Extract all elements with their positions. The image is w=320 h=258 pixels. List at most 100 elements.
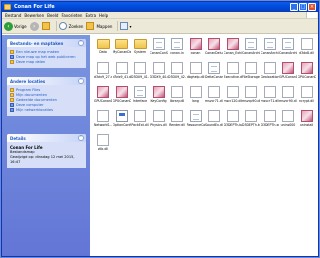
file-item[interactable]: D3DX9_40.dll	[150, 62, 168, 84]
place-label: Program Files	[16, 87, 41, 92]
menu-item-help[interactable]: Help	[99, 13, 108, 18]
forward-button[interactable]: ›	[29, 21, 39, 32]
file-name: ConanArchi...	[260, 51, 279, 55]
file-item[interactable]: ConanArchi...	[261, 38, 279, 60]
file-item[interactable]: DeltaConan...	[205, 62, 223, 84]
task-label: Een nieuwe map maken	[16, 49, 60, 54]
file-item[interactable]: lang	[187, 86, 205, 108]
menu-item-bestand[interactable]: Bestand	[5, 13, 21, 18]
folders-button[interactable]: Mappen	[86, 21, 112, 32]
file-item[interactable]: Data	[94, 38, 112, 60]
file-item[interactable]: Physics.dll	[150, 110, 168, 132]
file-item[interactable]: Conan_Exhi...	[224, 38, 242, 60]
views-icon	[120, 22, 129, 30]
file-name: GPUConanDe...	[297, 75, 316, 79]
image-file-icon	[300, 62, 313, 74]
file-item[interactable]: ResourceCo...	[187, 110, 205, 132]
tasks-group-header[interactable]: Bestands- en maptaken ˄	[7, 39, 86, 47]
file-item[interactable]: d3dx9_27.dll	[94, 62, 112, 84]
folders-label: Mappen	[96, 23, 113, 29]
file-icon	[97, 110, 109, 122]
file-item[interactable]: GPUConanDe...	[113, 86, 131, 108]
file-name: GPUConanDe...	[94, 99, 112, 103]
file-item[interactable]: conan.in	[168, 38, 186, 60]
minimize-button[interactable]: _	[290, 3, 298, 11]
chevron-down-icon: ▾	[129, 23, 132, 29]
application-icon	[115, 110, 128, 122]
file-item[interactable]: dbghelp.dll	[187, 62, 205, 84]
file-item[interactable]: GPUConanDe...	[298, 62, 316, 84]
place-network[interactable]: Mijn netwerklocaties	[10, 108, 83, 113]
file-item[interactable]: Geolocation...	[261, 62, 279, 84]
file-item[interactable]: SoundEx.dll	[205, 110, 223, 132]
file-item[interactable]: msvcr90.dll	[279, 86, 297, 108]
file-name: unins000	[280, 123, 296, 127]
file-item[interactable]: Interface	[131, 86, 149, 108]
toolbar: ‹ Vorige › Zoeken Mappen ▾	[2, 19, 318, 34]
file-item[interactable]: D3DX9_41.dll	[131, 62, 149, 84]
file-icon	[189, 62, 202, 74]
file-icon	[226, 62, 239, 74]
file-name: GPUConanDe...	[279, 75, 297, 79]
file-item[interactable]: Executive.dll	[224, 62, 242, 84]
task-publish-web[interactable]: Deze map op het web publiceren	[10, 54, 83, 59]
folder-icon	[115, 39, 128, 49]
collapse-icon[interactable]: ˄	[78, 78, 84, 84]
file-icon	[263, 38, 276, 50]
file-item[interactable]: Render.dll	[168, 110, 186, 132]
image-file-icon	[300, 110, 313, 122]
file-item[interactable]: System	[131, 38, 149, 60]
file-item[interactable]: GPUConanDe...	[279, 62, 297, 84]
file-item[interactable]: zlib.dll	[94, 134, 112, 156]
collapse-icon[interactable]: ˄	[78, 40, 84, 46]
menu-item-favorieten[interactable]: Favorieten	[61, 13, 82, 18]
file-item[interactable]: uninstall	[298, 110, 316, 132]
file-item[interactable]: msvcp90.dll	[242, 86, 260, 108]
search-label: Zoeken	[68, 23, 84, 29]
file-item[interactable]: KeyConfig	[150, 86, 168, 108]
file-item[interactable]: d3dx8.dll	[298, 38, 316, 60]
file-item[interactable]: D3DEPTh.kos	[242, 110, 260, 132]
new-folder-icon	[10, 49, 14, 54]
menu-item-beeld[interactable]: Beeld	[47, 13, 58, 18]
file-item[interactable]: d3dx9_41.dll	[113, 62, 131, 84]
menu-item-bewerken[interactable]: Bewerken	[24, 13, 44, 18]
file-item[interactable]: MyConanDat...	[113, 38, 131, 60]
up-button[interactable]	[41, 21, 51, 32]
file-item[interactable]: library.dll	[168, 86, 186, 108]
collapse-icon[interactable]: ˄	[78, 135, 84, 141]
places-group-header[interactable]: Andere locaties ˄	[7, 77, 86, 85]
file-name: Geolocation...	[260, 75, 279, 79]
documents-icon	[10, 92, 14, 97]
file-item[interactable]: ConanArchi...	[279, 38, 297, 60]
file-name: System	[134, 50, 146, 54]
file-item[interactable]: ConanDeluxe	[205, 38, 223, 60]
file-item[interactable]: ConanArchi...	[242, 38, 260, 60]
file-item[interactable]: ncrypt.dll	[298, 86, 316, 108]
file-item[interactable]: D3DEPTh.xos	[261, 110, 279, 132]
file-icon	[171, 86, 183, 98]
file-item[interactable]: msvcr71.dll	[205, 86, 223, 108]
maximize-button[interactable]: □	[299, 3, 307, 11]
file-item[interactable]: unins000	[279, 110, 297, 132]
view-button[interactable]: ▾	[120, 21, 131, 32]
file-item[interactable]: FileStorage.dll	[242, 62, 260, 84]
file-icon	[263, 110, 276, 122]
file-item[interactable]: mscr120.dll	[224, 86, 242, 108]
file-item[interactable]: PackExt.dll	[131, 110, 149, 132]
file-item[interactable]: ConanConSer...	[150, 38, 168, 60]
close-button[interactable]: ×	[308, 3, 316, 11]
file-item[interactable]: NetworkS...	[94, 110, 112, 132]
file-item[interactable]: msvcr71.dll	[261, 86, 279, 108]
file-item[interactable]: conan	[187, 38, 205, 60]
file-name: PackExt.dll	[131, 123, 149, 127]
file-item[interactable]: D3DEPTh.bak	[224, 110, 242, 132]
file-item[interactable]: OptionConfig	[113, 110, 131, 132]
task-share-folder[interactable]: Deze map delen	[10, 59, 83, 64]
back-button[interactable]: ‹ Vorige	[4, 21, 27, 32]
menu-item-extra[interactable]: Extra	[85, 13, 96, 18]
file-item[interactable]: GPUConanDe...	[94, 86, 112, 108]
details-group-header[interactable]: Details ˄	[7, 134, 86, 142]
file-item[interactable]: D3DX9_42.dll	[168, 62, 186, 84]
search-button[interactable]: Zoeken	[58, 21, 84, 32]
